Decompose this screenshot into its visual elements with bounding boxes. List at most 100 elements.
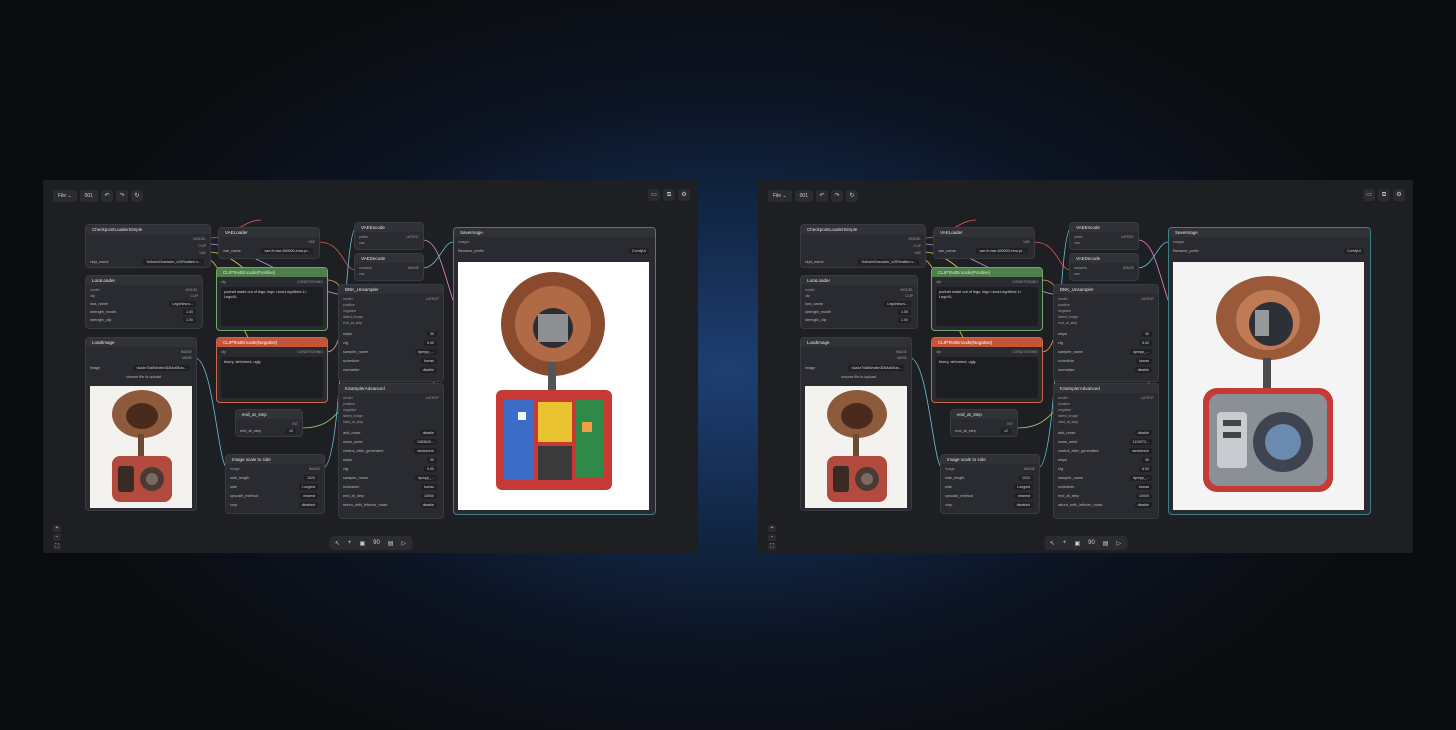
output-mask[interactable]: MASK (182, 356, 192, 360)
sampler-select[interactable]: dpmpp_... (415, 349, 437, 355)
input-start-at-step[interactable]: start_at_step (1058, 420, 1078, 424)
sampler-select[interactable]: dpmpp_... (1130, 349, 1152, 355)
sampler-select[interactable]: dpmpp_... (415, 475, 437, 481)
zoom-in-button[interactable]: + (768, 525, 776, 532)
node-end-at-step[interactable]: end_at_step INT end_at_step 10 (235, 409, 303, 437)
output-image[interactable]: IMAGE (896, 350, 907, 354)
input-negative[interactable]: negative (1058, 309, 1071, 313)
output-latent[interactable]: LATENT (1141, 297, 1154, 301)
node-lora-loader[interactable]: LoraLoader model clip MODEL CLIP lora_na… (85, 275, 203, 329)
input-latent-image[interactable]: latent_image (343, 414, 363, 418)
output-latent[interactable]: LATENT (426, 396, 439, 400)
fit-view-button[interactable]: ⛶ (53, 543, 61, 550)
input-end-at-step[interactable]: end_at_step (1058, 321, 1077, 325)
output-conditioning[interactable]: CONDITIONING (297, 350, 323, 354)
node-checkpoint-loader[interactable]: CheckpointLoaderSimple MODEL CLIP VAE ck… (800, 224, 926, 268)
negative-prompt-textarea[interactable]: blurry, deformed, ugly, (936, 357, 1038, 398)
input-images[interactable]: images (1173, 240, 1184, 244)
node-vae-loader[interactable]: VAELoader VAE vae_name vae-ft-mse-840000… (218, 227, 320, 259)
upscale-method-select[interactable]: nearest (1015, 493, 1033, 499)
control-after-select[interactable]: randomize (1129, 448, 1152, 454)
output-vae[interactable]: VAE (199, 251, 206, 255)
input-image[interactable]: image (230, 467, 240, 471)
node-vae-encode[interactable]: VAEEncode pixels vae LATENT (1069, 222, 1139, 250)
input-model[interactable]: model (343, 297, 353, 301)
steps-input[interactable]: 30 (1142, 331, 1152, 337)
output-conditioning[interactable]: CONDITIONING (1012, 350, 1038, 354)
steps-input[interactable]: 30 (1142, 457, 1152, 463)
end-at-step-input[interactable]: 10 (286, 428, 296, 434)
input-negative[interactable]: negative (343, 309, 356, 313)
lora-name-select[interactable]: LegoNew.s... (169, 301, 196, 307)
input-images[interactable]: images (458, 240, 469, 244)
image-icon[interactable]: ▣ (359, 540, 365, 547)
control-after-select[interactable]: randomize (414, 448, 437, 454)
node-load-image[interactable]: LoadImage IMAGE MASK image <Aa4e70d8Wutt… (800, 337, 912, 511)
scheduler-select[interactable]: karras (1136, 358, 1152, 364)
panel-icon[interactable]: ▭ (1363, 189, 1375, 201)
zoom-level[interactable]: 90 (373, 540, 380, 546)
node-unsampler[interactable]: BNK_Unsampler model positive negative la… (1053, 284, 1159, 382)
film-icon[interactable]: ▤ (388, 540, 394, 547)
input-positive[interactable]: positive (1058, 402, 1070, 406)
add-node-icon[interactable]: + (348, 540, 352, 546)
input-vae[interactable]: vae (359, 272, 365, 276)
output-clip[interactable]: CLIP (913, 244, 921, 248)
input-negative[interactable]: negative (343, 408, 356, 412)
return-noise-select[interactable]: disable (419, 502, 437, 508)
node-load-image[interactable]: LoadImage IMAGE MASK image <Aa4e70d8Wutt… (85, 337, 197, 511)
input-clip[interactable]: clip (90, 294, 95, 298)
input-model[interactable]: model (343, 396, 353, 400)
node-checkpoint-loader[interactable]: CheckpointLoaderSimple MODEL CLIP VAE ck… (85, 224, 211, 268)
add-noise-select[interactable]: disable (419, 430, 437, 436)
output-vae[interactable]: VAE (914, 251, 921, 255)
strength-clip-input[interactable]: 1.00 (898, 317, 911, 323)
input-clip[interactable]: clip (805, 294, 810, 298)
input-positive[interactable]: positive (343, 303, 355, 307)
run-icon[interactable]: ▷ (401, 540, 406, 547)
output-mask[interactable]: MASK (897, 356, 907, 360)
cfg-input[interactable]: 8.00 (1139, 466, 1152, 472)
node-image-scale[interactable]: Image scale to side image IMAGE side_len… (940, 454, 1040, 514)
steps-input[interactable]: 30 (427, 457, 437, 463)
strength-clip-input[interactable]: 1.00 (183, 317, 196, 323)
scheduler-select[interactable]: karras (421, 358, 437, 364)
input-vae[interactable]: vae (359, 241, 365, 245)
output-conditioning[interactable]: CONDITIONING (297, 280, 323, 284)
refresh-icon[interactable]: ↻ (131, 190, 143, 202)
crop-select[interactable]: disabled (298, 502, 318, 508)
input-vae[interactable]: vae (1074, 272, 1080, 276)
select-tool-icon[interactable]: ↖ (335, 540, 340, 547)
run-icon[interactable]: ▷ (1116, 540, 1121, 547)
end-at-step-input[interactable]: 10000 (1136, 493, 1152, 499)
file-menu-button[interactable]: File ⌄ (53, 190, 77, 202)
positive-prompt-textarea[interactable]: portrait made out of lego, lego <lora:Le… (936, 287, 1038, 326)
zoom-out-button[interactable]: − (53, 534, 61, 541)
output-latent[interactable]: LATENT (1141, 396, 1154, 400)
fit-view-button[interactable]: ⛶ (768, 543, 776, 550)
node-vae-encode[interactable]: VAEEncode pixels vae LATENT (354, 222, 424, 250)
filename-prefix-input[interactable]: ComfyUI (1344, 248, 1364, 254)
side-select[interactable]: Longest (1014, 484, 1033, 490)
steps-input[interactable]: 30 (427, 331, 437, 337)
output-image[interactable]: IMAGE (1123, 266, 1134, 270)
input-latent-image[interactable]: latent_image (1058, 315, 1078, 319)
vae-name-select[interactable]: vae-ft-mse-840000-ema-pr... (976, 248, 1028, 254)
input-positive[interactable]: positive (1058, 303, 1070, 307)
input-pixels[interactable]: pixels (1074, 235, 1083, 239)
scheduler-select[interactable]: karras (421, 484, 437, 490)
undo-icon[interactable]: ↶ (816, 190, 828, 202)
output-clip[interactable]: CLIP (190, 294, 198, 298)
input-positive[interactable]: positive (343, 402, 355, 406)
zoom-in-button[interactable]: + (53, 525, 61, 532)
input-start-at-step[interactable]: start_at_step (343, 420, 363, 424)
cfg-input[interactable]: 5.00 (1139, 340, 1152, 346)
output-clip[interactable]: CLIP (905, 294, 913, 298)
strength-model-input[interactable]: 1.00 (183, 309, 196, 315)
input-model[interactable]: model (1058, 396, 1068, 400)
strength-model-input[interactable]: 1.00 (898, 309, 911, 315)
image-icon[interactable]: ▣ (1074, 540, 1080, 547)
noise-seed-input[interactable]: 1083640... (414, 439, 437, 445)
output-image[interactable]: IMAGE (181, 350, 192, 354)
add-node-icon[interactable]: + (1063, 540, 1067, 546)
